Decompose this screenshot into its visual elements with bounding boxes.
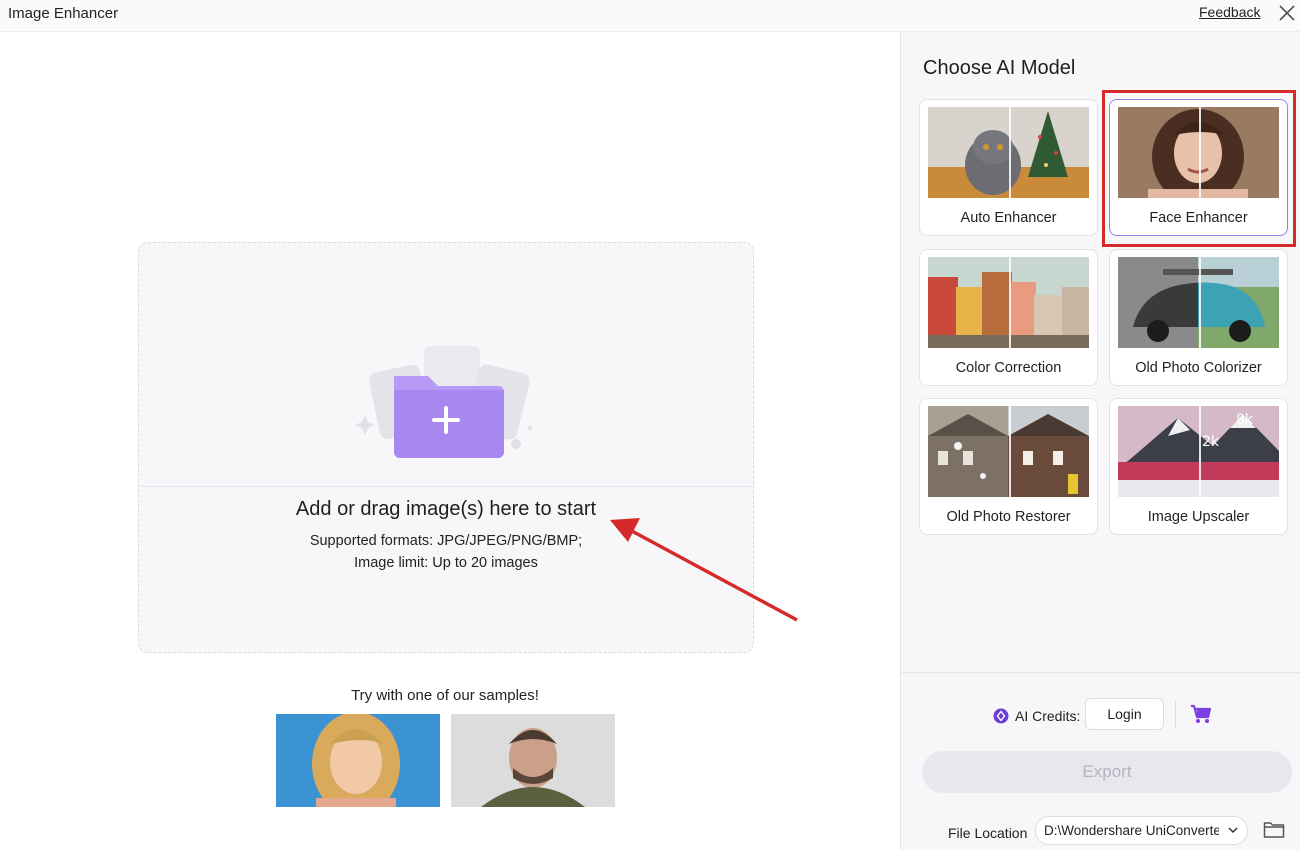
cart-icon[interactable]	[1190, 704, 1212, 724]
ai-credits-label: AI Credits:	[1015, 708, 1081, 724]
model-card-face-enhancer[interactable]: Face Enhancer	[1109, 99, 1288, 236]
file-location-value: D:\Wondershare UniConverter	[1044, 823, 1219, 838]
file-location-label: File Location	[948, 825, 1028, 841]
model-card-color-correction[interactable]: Color Correction	[919, 249, 1098, 386]
login-button[interactable]: Login	[1085, 698, 1164, 730]
chevron-down-icon	[1228, 827, 1238, 834]
model-card-old-photo-colorizer[interactable]: Old Photo Colorizer	[1109, 249, 1288, 386]
ai-credits-icon	[993, 708, 1009, 724]
app-title: Image Enhancer	[8, 5, 119, 22]
add-folder-icon	[355, 346, 532, 458]
model-thumb	[1118, 107, 1279, 198]
export-button[interactable]: Export	[922, 751, 1292, 793]
upscaler-badge-2k: 2k	[1202, 434, 1220, 450]
model-label: Face Enhancer	[1149, 210, 1248, 226]
model-thumb	[928, 107, 1089, 198]
sample-image-man[interactable]	[451, 714, 615, 807]
feedback-link[interactable]: Feedback	[1199, 4, 1260, 20]
model-label: Image Upscaler	[1147, 509, 1250, 525]
panel-title: Choose AI Model	[923, 57, 1076, 79]
image-limit-text: Image limit: Up to 20 images	[354, 555, 538, 571]
upscaler-badge-8k: 8k	[1236, 412, 1254, 428]
samples-title: Try with one of our samples!	[351, 687, 539, 704]
model-label: Old Photo Restorer	[946, 509, 1071, 525]
model-card-image-upscaler[interactable]: 2k 8k Image Upscaler	[1109, 398, 1288, 535]
drop-divider	[139, 486, 753, 487]
open-folder-icon[interactable]	[1263, 820, 1285, 839]
model-thumb: 2k 8k	[1118, 406, 1279, 497]
model-label: Old Photo Colorizer	[1135, 360, 1262, 376]
model-card-auto-enhancer[interactable]: Auto Enhancer	[919, 99, 1098, 236]
separator	[1175, 700, 1176, 728]
file-location-select[interactable]: D:\Wondershare UniConverter	[1035, 816, 1248, 845]
supported-formats-text: Supported formats: JPG/JPEG/PNG/BMP;	[309, 533, 583, 549]
sample-image-woman[interactable]	[276, 714, 440, 807]
main-area: Add or drag image(s) here to start Suppo…	[0, 32, 900, 850]
ai-model-panel: Choose AI Model Auto Enhancer Face Enhan…	[900, 32, 1300, 850]
model-thumb	[928, 257, 1089, 348]
model-thumb	[1118, 257, 1279, 348]
drop-title: Add or drag image(s) here to start	[295, 498, 597, 520]
close-button[interactable]	[1276, 2, 1298, 24]
model-thumb	[928, 406, 1089, 497]
panel-divider	[901, 672, 1300, 673]
close-icon	[1279, 5, 1295, 21]
model-label: Color Correction	[955, 360, 1062, 376]
model-label: Auto Enhancer	[960, 210, 1057, 226]
model-card-old-photo-restorer[interactable]: Old Photo Restorer	[919, 398, 1098, 535]
title-bar: Image Enhancer Feedback	[0, 0, 1300, 32]
drop-zone[interactable]: Add or drag image(s) here to start Suppo…	[138, 242, 754, 653]
